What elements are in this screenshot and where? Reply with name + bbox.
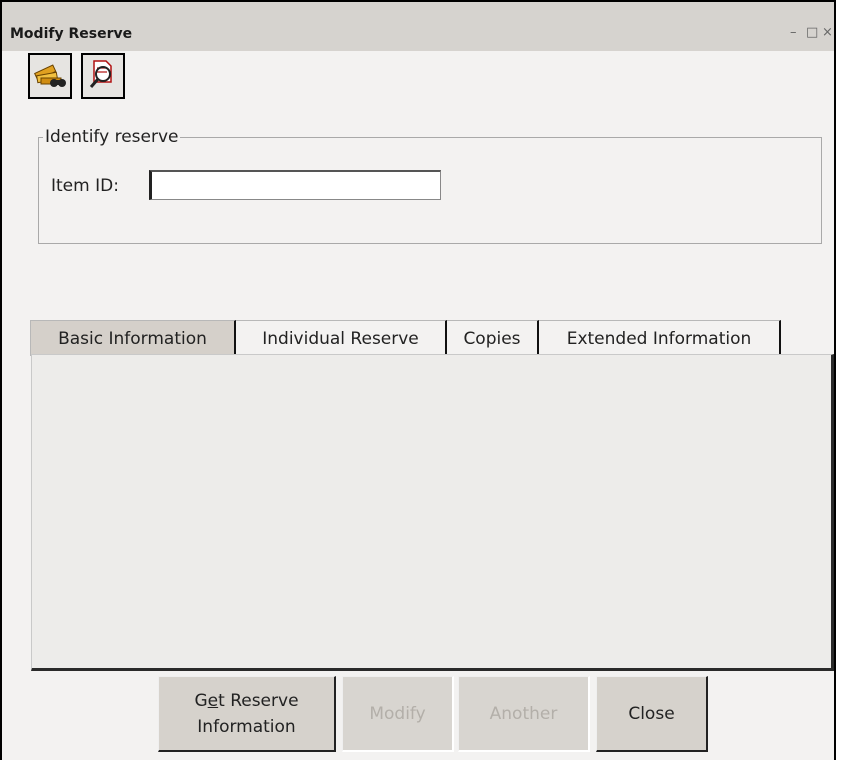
close-button[interactable]: Close bbox=[596, 676, 708, 752]
identify-reserve-legend: Identify reserve bbox=[45, 127, 179, 147]
tab-extended-information[interactable]: Extended Information bbox=[539, 320, 781, 356]
modify-reserve-window: Modify Reserve – □ × Identify reserve It… bbox=[0, 0, 836, 760]
maximize-button[interactable]: □ bbox=[806, 25, 818, 40]
title-bar[interactable]: Modify Reserve – □ × bbox=[2, 2, 834, 51]
tab-panel bbox=[31, 354, 834, 671]
search-item-button[interactable] bbox=[28, 53, 72, 99]
search-reserve-button[interactable] bbox=[81, 53, 125, 99]
search-reserve-icon bbox=[85, 56, 121, 96]
minimize-button[interactable]: – bbox=[790, 25, 797, 40]
window-title: Modify Reserve bbox=[10, 26, 133, 42]
tab-basic-information[interactable]: Basic Information bbox=[30, 320, 236, 356]
another-button[interactable]: Another bbox=[458, 676, 590, 752]
get-reserve-information-label: Get Reserve Information bbox=[194, 690, 299, 737]
search-item-icon bbox=[32, 56, 68, 96]
modify-button[interactable]: Modify bbox=[342, 676, 454, 752]
tab-individual-reserve[interactable]: Individual Reserve bbox=[236, 320, 447, 356]
item-id-label: Item ID: bbox=[51, 176, 119, 196]
tab-copies[interactable]: Copies bbox=[447, 320, 539, 356]
get-reserve-information-button[interactable]: Get Reserve Information bbox=[158, 676, 336, 752]
close-window-button[interactable]: × bbox=[822, 25, 833, 40]
item-id-input[interactable] bbox=[149, 170, 441, 200]
